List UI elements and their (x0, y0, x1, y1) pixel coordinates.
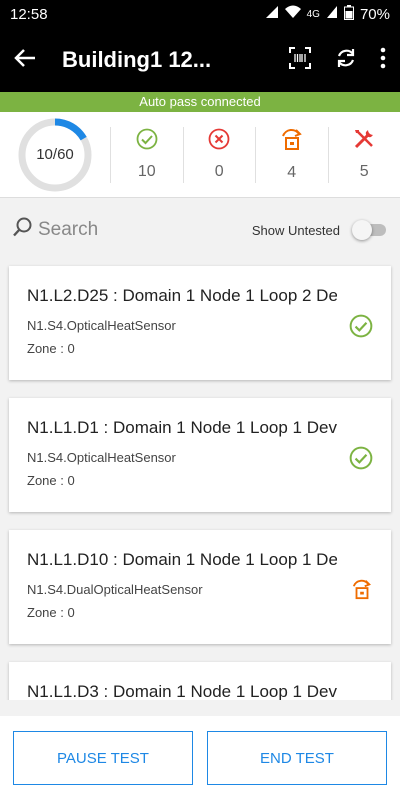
list-item[interactable]: N1.L1.D10 : Domain 1 Node 1 Loop 1 Devic… (9, 530, 391, 644)
check-circle-icon (136, 128, 158, 155)
clock: 12:58 (10, 5, 48, 23)
page-title: Building1 12... (62, 47, 212, 72)
search-placeholder: Search (38, 219, 99, 240)
list-item[interactable]: N1.L1.D3 : Domain 1 Node 1 Loop 1 Device… (9, 662, 391, 700)
faulty-count: 5 (359, 163, 369, 180)
cell-icon (326, 5, 338, 23)
device-name: N1.L1.D3 : Domain 1 Node 1 Loop 1 Device… (27, 682, 337, 700)
more-vert-icon[interactable] (380, 47, 386, 74)
device-zone: Zone : 0 (27, 341, 75, 356)
device-type: N1.S4.OpticalHeatSensor (27, 318, 176, 333)
fail-circle-icon (208, 128, 230, 155)
passed-count: 10 (137, 163, 156, 180)
show-untested-toggle[interactable] (352, 220, 388, 240)
device-list[interactable]: N1.L2.D25 : Domain 1 Node 1 Loop 2 Devic… (0, 262, 400, 700)
device-zone: Zone : 0 (27, 605, 75, 620)
failed-count: 0 (214, 163, 224, 180)
device-type: N1.S4.DualOpticalHeatSensor (27, 582, 203, 597)
stat-faulty[interactable]: 5 (327, 126, 400, 183)
device-name: N1.L1.D10 : Domain 1 Node 1 Loop 1 Devic… (27, 550, 337, 569)
tools-icon (353, 128, 375, 155)
progress-ring: 10/60 (0, 117, 110, 193)
device-zone: Zone : 0 (27, 473, 75, 488)
device-name: N1.L2.D25 : Domain 1 Node 1 Loop 2 Devic… (27, 286, 337, 305)
skipped-count: 4 (287, 164, 297, 181)
check-circle-icon (349, 446, 373, 475)
test-summary: 10/60 10 0 4 5 (0, 112, 400, 198)
device-skip-icon (351, 578, 373, 605)
connection-banner: Auto pass connected (0, 92, 400, 112)
network-type: 4G (306, 8, 320, 20)
check-circle-icon (349, 314, 373, 343)
stat-skipped[interactable]: 4 (255, 126, 328, 183)
refresh-icon[interactable] (334, 46, 358, 75)
device-skip-icon (280, 127, 304, 156)
show-untested-label: Show Untested (251, 222, 340, 238)
search-row: Search Show Untested (0, 198, 400, 262)
list-item[interactable]: N1.L2.D25 : Domain 1 Node 1 Loop 2 Devic… (9, 266, 391, 380)
pause-test-button[interactable]: PAUSE TEST (13, 731, 193, 785)
back-arrow-icon[interactable] (14, 48, 36, 73)
app-bar: Building1 12... (0, 28, 400, 92)
wifi-icon (284, 5, 301, 23)
signal-icon (265, 5, 279, 23)
search-input[interactable]: Search (12, 216, 252, 244)
device-name: N1.L1.D1 : Domain 1 Node 1 Loop 1 Device… (27, 418, 337, 437)
device-type: N1.S4.OpticalHeatSensor (27, 450, 176, 465)
search-icon (12, 216, 34, 244)
battery-level: 70% (359, 5, 390, 23)
bottom-action-bar: PAUSE TEST END TEST (0, 716, 400, 800)
battery-icon (343, 4, 354, 24)
stat-passed[interactable]: 10 (110, 126, 183, 183)
status-bar: 12:58 4G 70% (0, 0, 400, 28)
stat-failed[interactable]: 0 (182, 126, 256, 183)
list-item[interactable]: N1.L1.D1 : Domain 1 Node 1 Loop 1 Device… (9, 398, 391, 512)
progress-text: 10/60 (36, 146, 74, 163)
barcode-scan-icon[interactable] (288, 46, 312, 75)
end-test-button[interactable]: END TEST (207, 731, 387, 785)
